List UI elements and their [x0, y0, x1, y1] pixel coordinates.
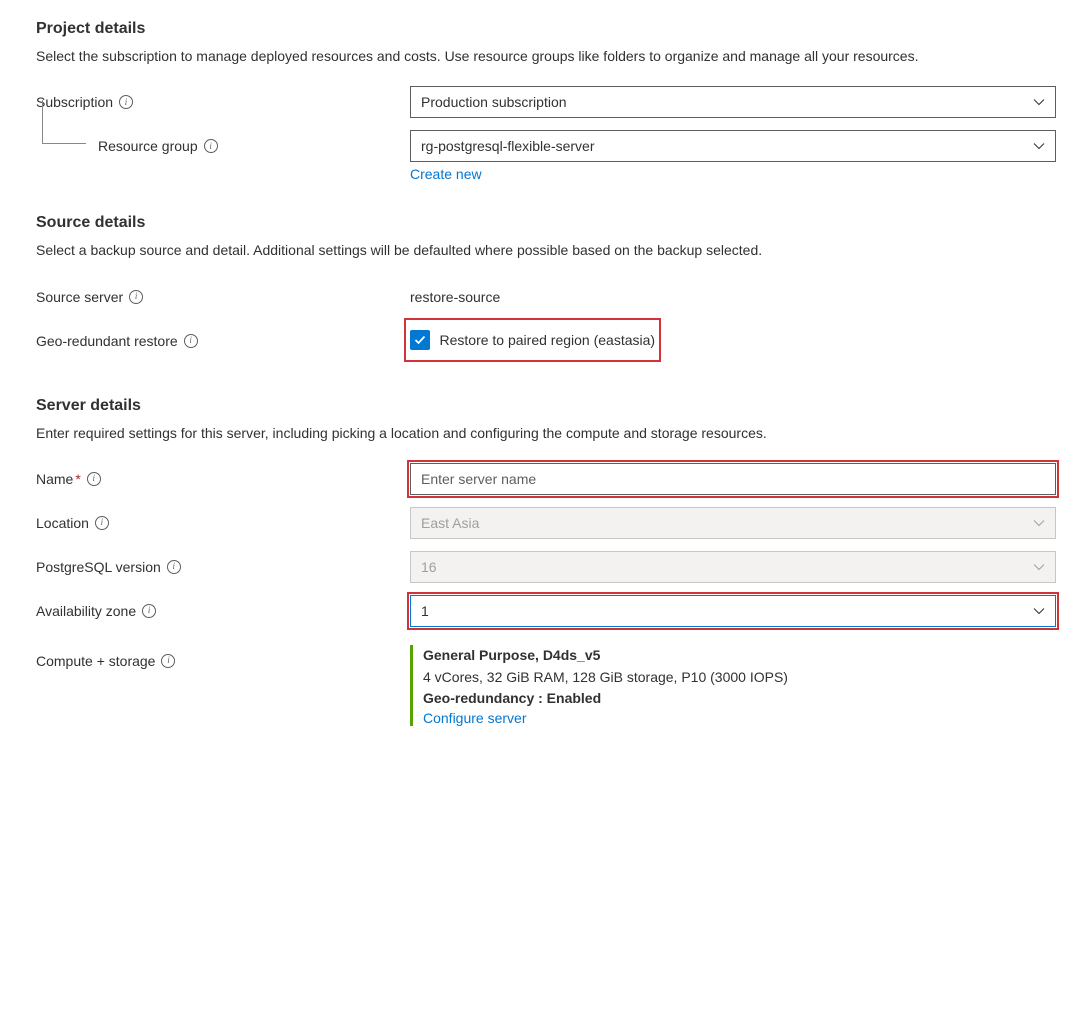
chevron-down-icon — [1033, 96, 1045, 108]
source-server-label: Source server i — [36, 281, 410, 313]
location-label: Location i — [36, 507, 410, 539]
chevron-down-icon — [1033, 605, 1045, 617]
server-name-input[interactable] — [410, 463, 1056, 495]
compute-tier: General Purpose, D4ds_v5 — [423, 645, 1056, 667]
source-details-description: Select a backup source and detail. Addit… — [36, 240, 1056, 260]
tree-connector-icon — [42, 100, 86, 144]
subscription-label: Subscription i — [36, 86, 410, 118]
create-new-link[interactable]: Create new — [410, 166, 482, 182]
source-server-value: restore-source — [410, 281, 1056, 313]
subscription-dropdown[interactable]: Production subscription — [410, 86, 1056, 118]
info-icon[interactable]: i — [167, 560, 181, 574]
server-name-label: Name* i — [36, 463, 410, 495]
source-details-heading: Source details — [36, 214, 1056, 232]
chevron-down-icon — [1033, 140, 1045, 152]
location-dropdown: East Asia — [410, 507, 1056, 539]
availability-zone-label: Availability zone i — [36, 595, 410, 627]
server-details-description: Enter required settings for this server,… — [36, 423, 1056, 443]
info-icon[interactable]: i — [142, 604, 156, 618]
project-details-description: Select the subscription to manage deploy… — [36, 46, 1056, 66]
resource-group-dropdown[interactable]: rg-postgresql-flexible-server — [410, 130, 1056, 162]
compute-storage-label: Compute + storage i — [36, 645, 410, 677]
geo-restore-checkbox-row[interactable]: Restore to paired region (eastasia) — [410, 324, 656, 356]
availability-zone-dropdown[interactable]: 1 — [410, 595, 1056, 627]
geo-redundant-restore-label: Geo-redundant restore i — [36, 325, 410, 357]
resource-group-label: Resource group i — [36, 130, 410, 162]
compute-geo-redundancy: Geo-redundancy : Enabled — [423, 688, 1056, 710]
info-icon[interactable]: i — [119, 95, 133, 109]
postgresql-version-label: PostgreSQL version i — [36, 551, 410, 583]
chevron-down-icon — [1033, 561, 1045, 573]
info-icon[interactable]: i — [161, 654, 175, 668]
compute-storage-summary: General Purpose, D4ds_v5 4 vCores, 32 Gi… — [410, 645, 1056, 726]
configure-server-link[interactable]: Configure server — [423, 710, 527, 726]
info-icon[interactable]: i — [95, 516, 109, 530]
server-details-heading: Server details — [36, 397, 1056, 415]
project-details-heading: Project details — [36, 20, 1056, 38]
info-icon[interactable]: i — [184, 334, 198, 348]
geo-restore-checkbox-label: Restore to paired region (eastasia) — [440, 332, 656, 348]
chevron-down-icon — [1033, 517, 1045, 529]
checkbox-checked-icon — [410, 330, 430, 350]
info-icon[interactable]: i — [129, 290, 143, 304]
info-icon[interactable]: i — [87, 472, 101, 486]
compute-specs: 4 vCores, 32 GiB RAM, 128 GiB storage, P… — [423, 667, 1056, 689]
postgresql-version-dropdown: 16 — [410, 551, 1056, 583]
info-icon[interactable]: i — [204, 139, 218, 153]
